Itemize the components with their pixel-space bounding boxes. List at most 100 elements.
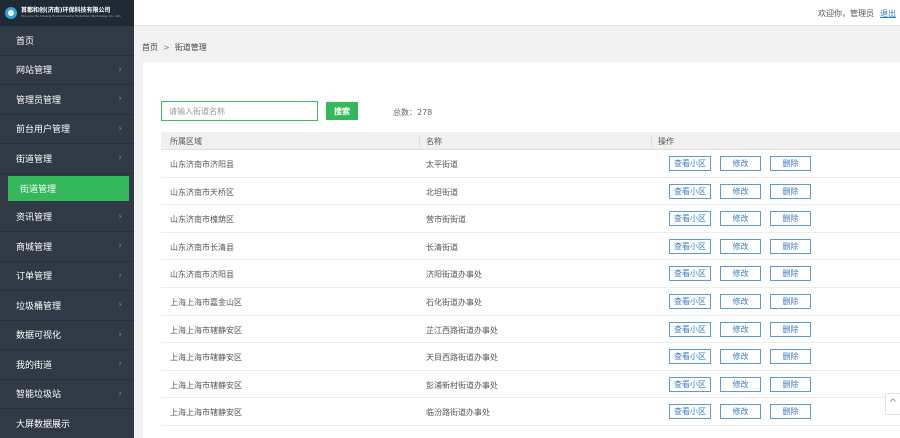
sidebar-item[interactable]: 网站管理 › bbox=[0, 56, 134, 85]
view-communities-button[interactable]: 查看小区 bbox=[669, 183, 711, 199]
table-row: 上海上海市辖静安区 彭浦新村街道办事处 查看小区 修改 删除 bbox=[161, 371, 900, 399]
row-actions: 查看小区 修改 删除 bbox=[669, 404, 820, 420]
welcome-text: 欢迎你，管理员 bbox=[818, 9, 874, 18]
sidebar-item-label: 街道管理 bbox=[20, 184, 57, 195]
sidebar-item[interactable]: 订单管理 › bbox=[0, 262, 134, 291]
logo[interactable]: 首都和创(济南)环保科技有限公司 Shou Du He Chuang Envir… bbox=[0, 0, 134, 26]
delete-button[interactable]: 删除 bbox=[770, 156, 811, 171]
view-communities-button[interactable]: 查看小区 bbox=[669, 321, 711, 337]
street-name-cell: 芷江西路街道办事处 bbox=[426, 325, 498, 335]
sidebar-item[interactable]: 首页 bbox=[0, 26, 134, 56]
view-communities-button[interactable]: 查看小区 bbox=[669, 238, 711, 254]
sidebar-item-label: 商城管理 bbox=[16, 242, 53, 253]
breadcrumb-separator: > bbox=[163, 43, 170, 52]
sidebar-item[interactable]: 大屏数据展示 bbox=[0, 409, 134, 438]
row-actions: 查看小区 修改 删除 bbox=[669, 376, 820, 392]
view-communities-button[interactable]: 查看小区 bbox=[669, 211, 711, 227]
search-button[interactable]: 搜索 bbox=[326, 102, 358, 120]
row-actions: 查看小区 修改 删除 bbox=[669, 156, 820, 171]
region-cell: 上海上海市辖静安区 bbox=[170, 353, 242, 363]
edit-button[interactable]: 修改 bbox=[720, 238, 761, 254]
row-actions: 查看小区 修改 删除 bbox=[669, 238, 820, 254]
table-row: 山东济南市槐荫区 营市街街道 查看小区 修改 删除 bbox=[161, 205, 900, 233]
street-name-cell: 彭浦新村街道办事处 bbox=[426, 380, 498, 390]
region-cell: 上海上海市辖静安区 bbox=[170, 325, 242, 335]
edit-button[interactable]: 修改 bbox=[720, 211, 761, 227]
sidebar-item[interactable]: 我的街道 › bbox=[0, 350, 134, 380]
delete-button[interactable]: 删除 bbox=[770, 404, 811, 420]
chevron-right-icon: › bbox=[118, 270, 122, 281]
logo-icon bbox=[5, 7, 17, 19]
sidebar-item[interactable]: 街道管理 bbox=[8, 175, 129, 201]
row-actions: 查看小区 修改 删除 bbox=[669, 321, 820, 337]
view-communities-button[interactable]: 查看小区 bbox=[669, 156, 711, 171]
street-name-cell: 石化街道办事处 bbox=[426, 297, 482, 307]
edit-button[interactable]: 修改 bbox=[720, 183, 761, 199]
table-row: 山东济南市济阳县 太平街道 查看小区 修改 删除 bbox=[161, 150, 900, 178]
street-name-cell: 北坦街道 bbox=[426, 187, 458, 197]
table-row: 山东济南市济阳县 济阳街道办事处 查看小区 修改 删除 bbox=[161, 260, 900, 288]
street-search-input[interactable] bbox=[161, 101, 318, 121]
view-communities-button[interactable]: 查看小区 bbox=[669, 404, 711, 420]
sidebar-item-label: 前台用户管理 bbox=[16, 125, 71, 136]
column-divider bbox=[651, 135, 652, 147]
total-count: 总数：278 bbox=[393, 107, 432, 118]
sidebar-item[interactable]: 街道管理 › bbox=[0, 144, 134, 174]
row-actions: 查看小区 修改 删除 bbox=[669, 211, 820, 227]
table-header: 所属区域 名称 操作 bbox=[161, 132, 900, 150]
chevron-right-icon: › bbox=[118, 329, 122, 340]
edit-button[interactable]: 修改 bbox=[720, 321, 761, 337]
sidebar-item[interactable]: 前台用户管理 › bbox=[0, 115, 134, 144]
view-communities-button[interactable]: 查看小区 bbox=[669, 293, 711, 309]
sidebar-item-label: 网站管理 bbox=[16, 66, 53, 77]
edit-button[interactable]: 修改 bbox=[720, 404, 761, 420]
table-body: 山东济南市济阳县 太平街道 查看小区 修改 删除 山东济南市天桥区 北坦街道 查看小区 修改 删除… bbox=[161, 150, 900, 426]
edit-button[interactable]: 修改 bbox=[720, 266, 761, 282]
chevron-right-icon: › bbox=[118, 153, 122, 164]
table-row: 山东济南市长清县 长清街道 查看小区 修改 删除 bbox=[161, 233, 900, 261]
delete-button[interactable]: 删除 bbox=[770, 376, 811, 392]
region-cell: 山东济南市槐荫区 bbox=[170, 215, 234, 225]
delete-button[interactable]: 删除 bbox=[770, 293, 811, 309]
sidebar-item[interactable]: 垃圾桶管理 › bbox=[0, 291, 134, 321]
edit-button[interactable]: 修改 bbox=[720, 376, 761, 392]
region-cell: 山东济南市济阳县 bbox=[170, 160, 234, 169]
sidebar: 首都和创(济南)环保科技有限公司 Shou Du He Chuang Envir… bbox=[0, 0, 134, 438]
edit-button[interactable]: 修改 bbox=[720, 293, 761, 309]
table-row: 山东济南市天桥区 北坦街道 查看小区 修改 删除 bbox=[161, 178, 900, 206]
delete-button[interactable]: 删除 bbox=[770, 211, 811, 227]
region-cell: 上海上海市辖静安区 bbox=[170, 380, 242, 390]
view-communities-button[interactable]: 查看小区 bbox=[669, 376, 711, 392]
logout-link[interactable]: 退出 bbox=[880, 9, 896, 18]
sidebar-item[interactable]: 管理员管理 › bbox=[0, 85, 134, 115]
region-cell: 上海上海市嘉金山区 bbox=[170, 297, 242, 307]
delete-button[interactable]: 删除 bbox=[770, 238, 811, 254]
delete-button[interactable]: 删除 bbox=[770, 183, 811, 199]
row-actions: 查看小区 修改 删除 bbox=[669, 349, 820, 365]
sidebar-item[interactable]: 数据可视化 › bbox=[0, 321, 134, 350]
table-row: 上海上海市嘉金山区 石化街道办事处 查看小区 修改 删除 bbox=[161, 288, 900, 316]
delete-button[interactable]: 删除 bbox=[770, 321, 811, 337]
breadcrumb-home[interactable]: 首页 bbox=[142, 43, 158, 52]
logo-subtitle: Shou Du He Chuang Environmental Protecti… bbox=[21, 14, 122, 18]
sidebar-item-label: 订单管理 bbox=[16, 272, 53, 283]
view-communities-button[interactable]: 查看小区 bbox=[669, 266, 711, 282]
sidebar-item-label: 管理员管理 bbox=[16, 95, 62, 106]
sidebar-item-label: 垃圾桶管理 bbox=[16, 301, 62, 312]
sidebar-item-label: 智能垃圾站 bbox=[16, 390, 62, 401]
edit-button[interactable]: 修改 bbox=[720, 349, 761, 365]
column-header-actions: 操作 bbox=[658, 137, 674, 146]
row-actions: 查看小区 修改 删除 bbox=[669, 183, 820, 199]
sidebar-item[interactable]: 资讯管理 › bbox=[0, 203, 134, 232]
delete-button[interactable]: 删除 bbox=[770, 266, 811, 282]
chevron-right-icon: › bbox=[118, 94, 122, 105]
sidebar-item[interactable]: 智能垃圾站 › bbox=[0, 380, 134, 409]
street-name-cell: 长清街道 bbox=[426, 242, 458, 252]
logo-text: 首都和创(济南)环保科技有限公司 Shou Du He Chuang Envir… bbox=[21, 8, 121, 18]
view-communities-button[interactable]: 查看小区 bbox=[669, 349, 711, 365]
delete-button[interactable]: 删除 bbox=[770, 349, 811, 365]
sidebar-item-label: 大屏数据展示 bbox=[16, 419, 71, 430]
scroll-top-button[interactable]: ^ bbox=[885, 393, 900, 415]
sidebar-item[interactable]: 商城管理 › bbox=[0, 232, 134, 262]
edit-button[interactable]: 修改 bbox=[720, 156, 761, 171]
